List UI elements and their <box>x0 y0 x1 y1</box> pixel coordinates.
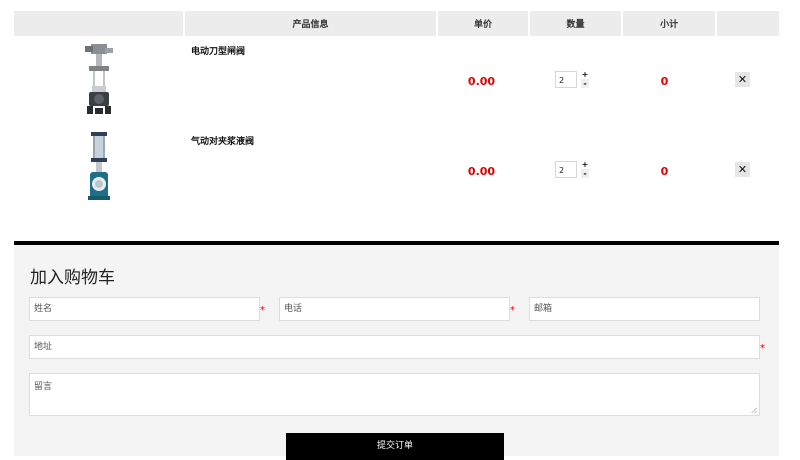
quantity-stepper: 2 + - <box>555 70 589 88</box>
electric-knife-gate-valve-image[interactable] <box>14 36 184 126</box>
required-mark: * <box>760 343 765 354</box>
header-qty: 数量 <box>530 11 623 36</box>
pneumatic-slurry-valve-image[interactable] <box>14 126 184 216</box>
qty-minus-button[interactable]: - <box>581 169 589 178</box>
qty-minus-button[interactable]: - <box>581 79 589 88</box>
close-icon: ✕ <box>737 73 748 86</box>
submit-order-button[interactable]: 提交订单 <box>286 433 504 460</box>
header-subtotal: 小计 <box>623 11 718 36</box>
delete-cell: ✕ <box>711 126 773 216</box>
unit-price: 0.00 <box>467 165 496 178</box>
form-title: 加入购物车 <box>30 268 115 288</box>
cart-row: 电动刀型闸阀 0.00 2 + - 0 ✕ <box>14 36 779 126</box>
product-info-cell: 气动对夹浆液阀 <box>184 126 436 216</box>
product-name[interactable]: 气动对夹浆液阀 <box>191 134 254 147</box>
qty-cell: 2 + - <box>527 126 618 216</box>
qty-cell: 2 + - <box>527 36 618 126</box>
header-delete-col <box>717 11 779 36</box>
subtotal-cell: 0 <box>618 36 711 126</box>
price-cell: 0.00 <box>436 36 527 126</box>
product-name[interactable]: 电动刀型闸阀 <box>191 44 245 57</box>
delete-cell: ✕ <box>711 36 773 126</box>
subtotal-cell: 0 <box>618 126 711 216</box>
header-info: 产品信息 <box>185 11 438 36</box>
quantity-input[interactable]: 2 <box>555 70 577 88</box>
cart-row: 气动对夹浆液阀 0.00 2 + - 0 ✕ <box>14 126 779 216</box>
cart-table: 产品信息 单价 数量 小计 电动刀型闸阀 0.00 2 + - 0 ✕ 气动对夹… <box>14 11 779 216</box>
name-field[interactable]: 姓名 <box>29 297 260 321</box>
subtotal-value: 0 <box>660 75 669 88</box>
price-cell: 0.00 <box>436 126 527 216</box>
product-image-cell <box>14 36 184 126</box>
qty-plus-button[interactable]: + <box>581 160 589 169</box>
subtotal-value: 0 <box>660 165 669 178</box>
header-price: 单价 <box>438 11 531 36</box>
required-mark: * <box>260 305 265 316</box>
cart-header: 产品信息 单价 数量 小计 <box>14 11 779 36</box>
close-icon: ✕ <box>737 163 748 176</box>
address-field[interactable]: 地址 <box>29 335 760 359</box>
product-image-cell <box>14 126 184 216</box>
order-form: 加入购物车 姓名 * 电话 * 邮箱 地址 * 留言 提交订单 <box>14 241 779 460</box>
resize-handle-icon[interactable] <box>751 407 757 413</box>
header-image-col <box>14 11 186 36</box>
message-textarea[interactable]: 留言 <box>29 373 760 416</box>
required-mark: * <box>510 305 515 316</box>
quantity-stepper: 2 + - <box>555 160 589 178</box>
product-info-cell: 电动刀型闸阀 <box>184 36 436 126</box>
message-placeholder: 留言 <box>34 382 53 392</box>
quantity-input[interactable]: 2 <box>555 160 577 178</box>
qty-plus-button[interactable]: + <box>581 70 589 79</box>
email-field[interactable]: 邮箱 <box>529 297 760 321</box>
delete-item-button[interactable]: ✕ <box>735 72 750 87</box>
unit-price: 0.00 <box>467 75 496 88</box>
phone-field[interactable]: 电话 <box>279 297 510 321</box>
delete-item-button[interactable]: ✕ <box>735 162 750 177</box>
